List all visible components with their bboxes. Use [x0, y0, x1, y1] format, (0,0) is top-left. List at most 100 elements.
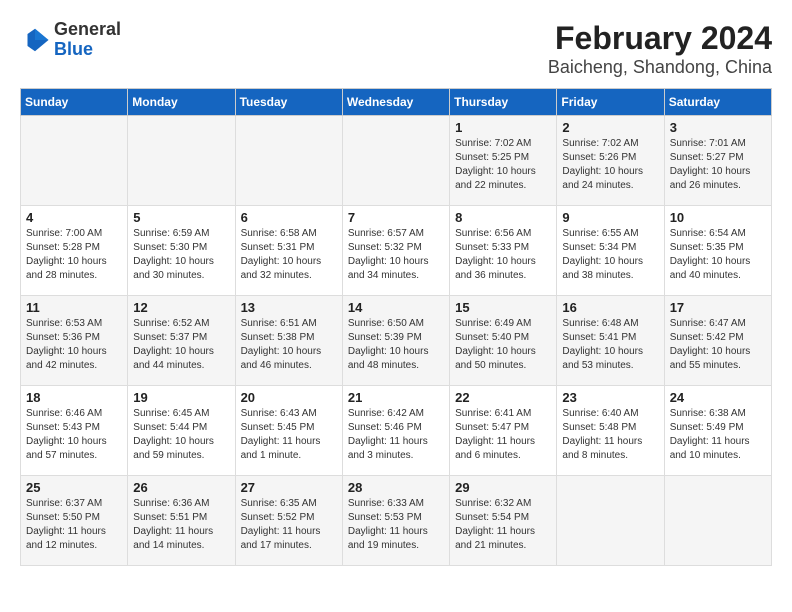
- calendar-cell: 22Sunrise: 6:41 AM Sunset: 5:47 PM Dayli…: [450, 386, 557, 476]
- cell-info-text: Sunrise: 6:35 AM Sunset: 5:52 PM Dayligh…: [241, 497, 337, 553]
- logo: General Blue: [20, 20, 121, 60]
- cell-info-text: Sunrise: 6:56 AM Sunset: 5:33 PM Dayligh…: [455, 227, 551, 283]
- cell-date-number: 17: [670, 300, 766, 315]
- calendar-cell: 6 Sunrise: 6:58 AM Sunset: 5:31 PM Daylig…: [235, 206, 342, 296]
- calendar-week-row: 18 Sunrise: 6:46 AM Sunset: 5:43 PM Dayli…: [21, 386, 772, 476]
- header-tuesday: Tuesday: [235, 89, 342, 116]
- header-saturday: Saturday: [664, 89, 771, 116]
- calendar-cell: 1 Sunrise: 7:02 AM Sunset: 5:25 PM Daylig…: [450, 116, 557, 206]
- cell-date-number: 23: [562, 390, 658, 405]
- cell-date-number: 12: [133, 300, 229, 315]
- cell-date-number: 14: [348, 300, 444, 315]
- calendar-cell: [664, 476, 771, 566]
- cell-date-number: 20: [241, 390, 337, 405]
- cell-info-text: Sunrise: 6:53 AM Sunset: 5:36 PM Dayligh…: [26, 317, 122, 373]
- calendar-header-row: SundayMondayTuesdayWednesdayThursdayFrid…: [21, 89, 772, 116]
- calendar-cell: 7 Sunrise: 6:57 AM Sunset: 5:32 PM Daylig…: [342, 206, 449, 296]
- cell-date-number: 5: [133, 210, 229, 225]
- calendar-week-row: 1 Sunrise: 7:02 AM Sunset: 5:25 PM Daylig…: [21, 116, 772, 206]
- header-wednesday: Wednesday: [342, 89, 449, 116]
- cell-date-number: 2: [562, 120, 658, 135]
- cell-date-number: 26: [133, 480, 229, 495]
- cell-date-number: 7: [348, 210, 444, 225]
- calendar-cell: 13 Sunrise: 6:51 AM Sunset: 5:38 PM Dayli…: [235, 296, 342, 386]
- calendar-cell: 5 Sunrise: 6:59 AM Sunset: 5:30 PM Daylig…: [128, 206, 235, 296]
- calendar-week-row: 11 Sunrise: 6:53 AM Sunset: 5:36 PM Dayli…: [21, 296, 772, 386]
- calendar-cell: [21, 116, 128, 206]
- cell-date-number: 18: [26, 390, 122, 405]
- cell-info-text: Sunrise: 6:32 AM Sunset: 5:54 PM Dayligh…: [455, 497, 551, 553]
- calendar-cell: 10 Sunrise: 6:54 AM Sunset: 5:35 PM Dayli…: [664, 206, 771, 296]
- cell-date-number: 11: [26, 300, 122, 315]
- cell-info-text: Sunrise: 6:52 AM Sunset: 5:37 PM Dayligh…: [133, 317, 229, 373]
- cell-date-number: 1: [455, 120, 551, 135]
- logo-general: General: [54, 19, 121, 39]
- cell-date-number: 16: [562, 300, 658, 315]
- calendar-cell: 8 Sunrise: 6:56 AM Sunset: 5:33 PM Daylig…: [450, 206, 557, 296]
- cell-info-text: Sunrise: 6:42 AM Sunset: 5:46 PM Dayligh…: [348, 407, 444, 463]
- cell-info-text: Sunrise: 7:02 AM Sunset: 5:25 PM Dayligh…: [455, 137, 551, 193]
- header-monday: Monday: [128, 89, 235, 116]
- logo-icon: [20, 25, 50, 55]
- cell-date-number: 19: [133, 390, 229, 405]
- cell-info-text: Sunrise: 6:50 AM Sunset: 5:39 PM Dayligh…: [348, 317, 444, 373]
- cell-info-text: Sunrise: 7:02 AM Sunset: 5:26 PM Dayligh…: [562, 137, 658, 193]
- calendar-cell: 21 Sunrise: 6:42 AM Sunset: 5:46 PM Dayli…: [342, 386, 449, 476]
- cell-date-number: 9: [562, 210, 658, 225]
- cell-info-text: Sunrise: 6:51 AM Sunset: 5:38 PM Dayligh…: [241, 317, 337, 373]
- calendar-cell: 28Sunrise: 6:33 AM Sunset: 5:53 PM Dayli…: [342, 476, 449, 566]
- cell-date-number: 6: [241, 210, 337, 225]
- cell-info-text: Sunrise: 6:40 AM Sunset: 5:48 PM Dayligh…: [562, 407, 658, 463]
- cell-date-number: 3: [670, 120, 766, 135]
- calendar-week-row: 25 Sunrise: 6:37 AM Sunset: 5:50 PM Dayli…: [21, 476, 772, 566]
- calendar-cell: 23 Sunrise: 6:40 AM Sunset: 5:48 PM Dayli…: [557, 386, 664, 476]
- calendar-cell: 12 Sunrise: 6:52 AM Sunset: 5:37 PM Dayli…: [128, 296, 235, 386]
- cell-date-number: 24: [670, 390, 766, 405]
- cell-date-number: 13: [241, 300, 337, 315]
- calendar-cell: 17 Sunrise: 6:47 AM Sunset: 5:42 PM Dayli…: [664, 296, 771, 386]
- calendar-cell: 15Sunrise: 6:49 AM Sunset: 5:40 PM Dayli…: [450, 296, 557, 386]
- calendar-cell: 20Sunrise: 6:43 AM Sunset: 5:45 PM Dayli…: [235, 386, 342, 476]
- calendar-cell: [557, 476, 664, 566]
- cell-info-text: Sunrise: 6:38 AM Sunset: 5:49 PM Dayligh…: [670, 407, 766, 463]
- calendar-cell: 29Sunrise: 6:32 AM Sunset: 5:54 PM Dayli…: [450, 476, 557, 566]
- header-sunday: Sunday: [21, 89, 128, 116]
- calendar-cell: 26 Sunrise: 6:36 AM Sunset: 5:51 PM Dayli…: [128, 476, 235, 566]
- cell-info-text: Sunrise: 6:54 AM Sunset: 5:35 PM Dayligh…: [670, 227, 766, 283]
- cell-info-text: Sunrise: 6:57 AM Sunset: 5:32 PM Dayligh…: [348, 227, 444, 283]
- calendar-cell: 25 Sunrise: 6:37 AM Sunset: 5:50 PM Dayli…: [21, 476, 128, 566]
- cell-info-text: Sunrise: 7:01 AM Sunset: 5:27 PM Dayligh…: [670, 137, 766, 193]
- cell-date-number: 25: [26, 480, 122, 495]
- cell-date-number: 8: [455, 210, 551, 225]
- cell-info-text: Sunrise: 7:00 AM Sunset: 5:28 PM Dayligh…: [26, 227, 122, 283]
- cell-date-number: 27: [241, 480, 337, 495]
- cell-date-number: 10: [670, 210, 766, 225]
- cell-date-number: 21: [348, 390, 444, 405]
- calendar-cell: 16 Sunrise: 6:48 AM Sunset: 5:41 PM Dayli…: [557, 296, 664, 386]
- calendar-subtitle: Baicheng, Shandong, China: [548, 57, 772, 78]
- cell-info-text: Sunrise: 6:37 AM Sunset: 5:50 PM Dayligh…: [26, 497, 122, 553]
- calendar-cell: [235, 116, 342, 206]
- calendar-cell: 18 Sunrise: 6:46 AM Sunset: 5:43 PM Dayli…: [21, 386, 128, 476]
- calendar-cell: 2 Sunrise: 7:02 AM Sunset: 5:26 PM Daylig…: [557, 116, 664, 206]
- calendar-week-row: 4Sunrise: 7:00 AM Sunset: 5:28 PM Daylig…: [21, 206, 772, 296]
- calendar-cell: 19Sunrise: 6:45 AM Sunset: 5:44 PM Dayli…: [128, 386, 235, 476]
- calendar-cell: 27 Sunrise: 6:35 AM Sunset: 5:52 PM Dayli…: [235, 476, 342, 566]
- calendar-cell: [342, 116, 449, 206]
- calendar-cell: [128, 116, 235, 206]
- cell-info-text: Sunrise: 6:48 AM Sunset: 5:41 PM Dayligh…: [562, 317, 658, 373]
- cell-info-text: Sunrise: 6:47 AM Sunset: 5:42 PM Dayligh…: [670, 317, 766, 373]
- calendar-cell: 4Sunrise: 7:00 AM Sunset: 5:28 PM Daylig…: [21, 206, 128, 296]
- page-header: General Blue February 2024 Baicheng, Sha…: [20, 20, 772, 78]
- calendar-cell: 3 Sunrise: 7:01 AM Sunset: 5:27 PM Daylig…: [664, 116, 771, 206]
- cell-info-text: Sunrise: 6:49 AM Sunset: 5:40 PM Dayligh…: [455, 317, 551, 373]
- header-thursday: Thursday: [450, 89, 557, 116]
- cell-info-text: Sunrise: 6:58 AM Sunset: 5:31 PM Dayligh…: [241, 227, 337, 283]
- cell-info-text: Sunrise: 6:36 AM Sunset: 5:51 PM Dayligh…: [133, 497, 229, 553]
- calendar-cell: 24 Sunrise: 6:38 AM Sunset: 5:49 PM Dayli…: [664, 386, 771, 476]
- calendar-cell: 11 Sunrise: 6:53 AM Sunset: 5:36 PM Dayli…: [21, 296, 128, 386]
- calendar-table: SundayMondayTuesdayWednesdayThursdayFrid…: [20, 88, 772, 566]
- cell-info-text: Sunrise: 6:46 AM Sunset: 5:43 PM Dayligh…: [26, 407, 122, 463]
- header-friday: Friday: [557, 89, 664, 116]
- cell-info-text: Sunrise: 6:59 AM Sunset: 5:30 PM Dayligh…: [133, 227, 229, 283]
